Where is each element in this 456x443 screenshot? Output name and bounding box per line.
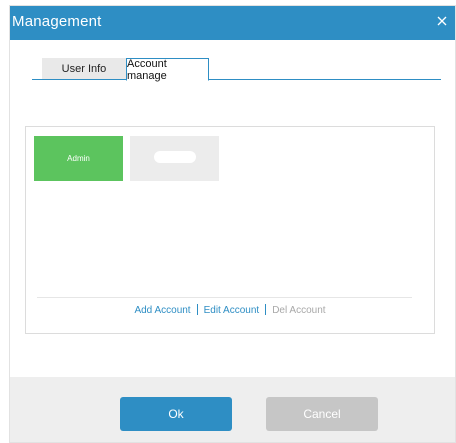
dialog-footer: Ok Cancel <box>10 377 455 442</box>
tab-user-info-label: User Info <box>61 63 107 75</box>
del-account-link[interactable]: Del Account <box>272 305 325 316</box>
ok-button-label: Ok <box>168 407 184 421</box>
account-panel: Admin Add Account Edit Account Del Account <box>25 126 435 334</box>
dialog-title: Management <box>12 13 102 30</box>
dialog-titlebar: Management <box>10 6 455 40</box>
cancel-button-label: Cancel <box>303 407 341 421</box>
add-account-link[interactable]: Add Account <box>134 305 190 316</box>
tab-account-manage-label: Account manage <box>127 57 167 82</box>
panel-divider <box>37 297 412 298</box>
account-tile-admin[interactable]: Admin <box>34 136 123 181</box>
action-separator <box>196 304 198 315</box>
account-actions: Add Account Edit Account Del Account <box>26 304 434 316</box>
edit-account-link[interactable]: Edit Account <box>204 305 260 316</box>
tabs-underline <box>32 79 441 80</box>
ok-button[interactable]: Ok <box>120 397 232 431</box>
action-separator <box>265 304 267 315</box>
tab-user-info[interactable]: User Info <box>42 58 126 80</box>
redacted-name-mask <box>153 150 196 163</box>
account-tile-label: Admin <box>67 154 90 163</box>
close-icon[interactable] <box>433 12 451 30</box>
cancel-button[interactable]: Cancel <box>266 397 378 431</box>
tab-account-manage[interactable]: Account manage <box>126 57 209 82</box>
account-tile-redacted[interactable] <box>130 136 219 181</box>
management-dialog: Management User Info Account manage Admi… <box>9 5 456 443</box>
